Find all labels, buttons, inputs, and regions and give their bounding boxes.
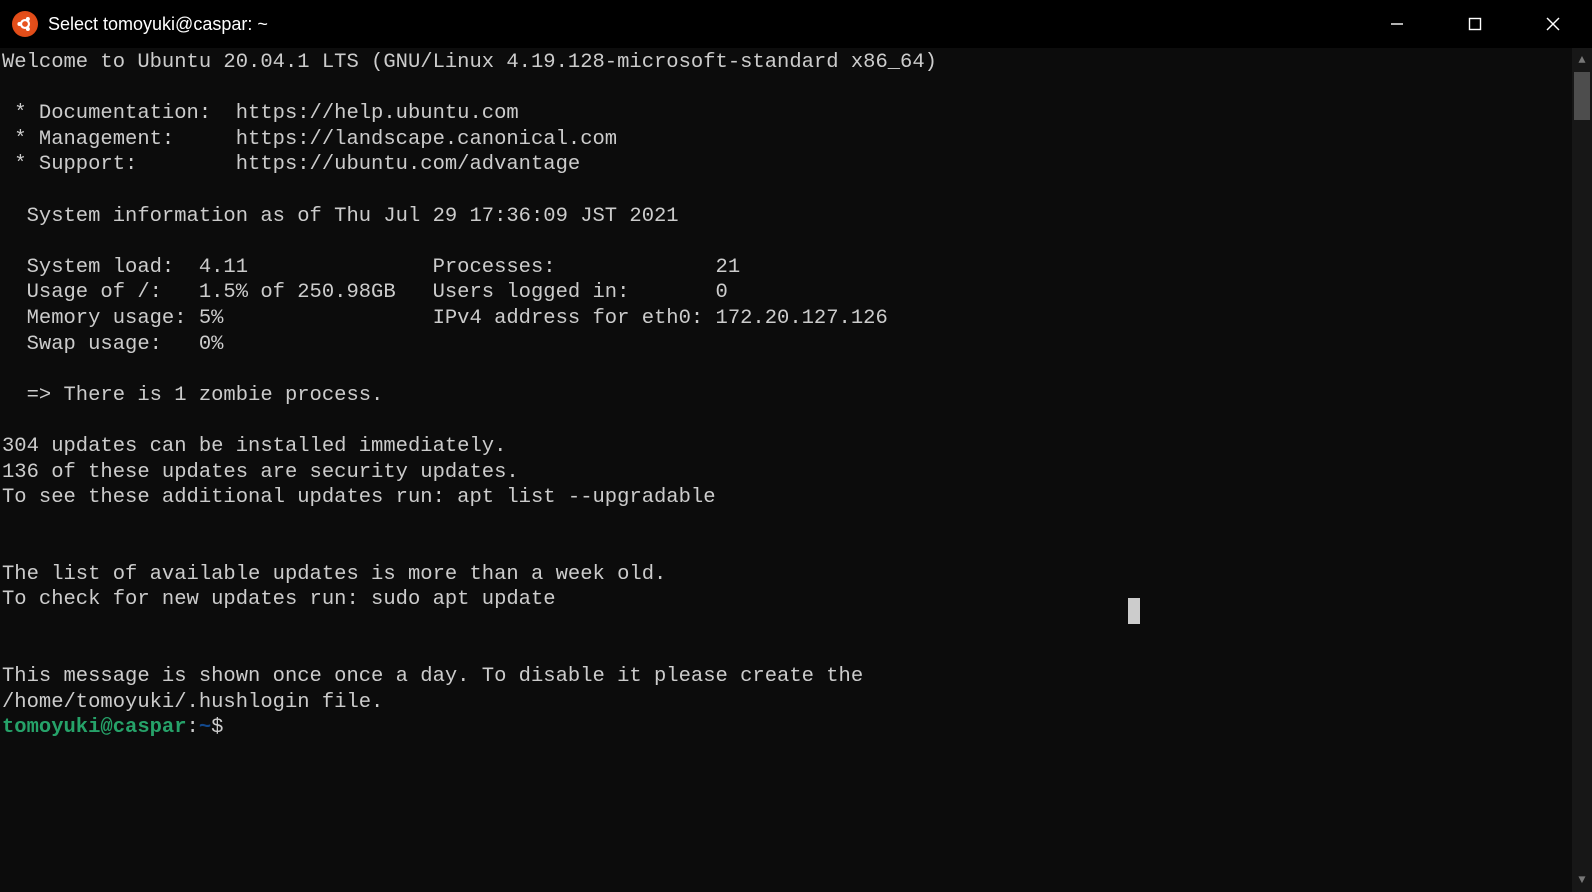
terminal-output[interactable]: Welcome to Ubuntu 20.04.1 LTS (GNU/Linux… xyxy=(0,48,1592,892)
window-controls xyxy=(1358,0,1592,48)
motd-support-link: * Support: https://ubuntu.com/advantage xyxy=(2,153,580,176)
scrollbar[interactable]: ▲ ▼ xyxy=(1572,48,1592,892)
updates-line: 304 updates can be installed immediately… xyxy=(2,435,506,458)
scroll-up-icon[interactable]: ▲ xyxy=(1572,48,1592,72)
motd-mgmt-link: * Management: https://landscape.canonica… xyxy=(2,128,617,151)
stale-line: The list of available updates is more th… xyxy=(2,563,666,586)
sysinfo-line: Usage of /: 1.5% of 250.98GB Users logge… xyxy=(2,281,728,304)
updates-line: To see these additional updates run: apt… xyxy=(2,486,716,509)
sysinfo-line: Swap usage: 0% xyxy=(2,333,223,356)
prompt-userhost: tomoyuki@caspar xyxy=(2,716,187,739)
motd-doc-link: * Documentation: https://help.ubuntu.com xyxy=(2,102,519,125)
sysinfo-header: System information as of Thu Jul 29 17:3… xyxy=(2,205,679,228)
zombie-notice: => There is 1 zombie process. xyxy=(2,384,383,407)
ubuntu-icon xyxy=(12,11,38,37)
stale-line: To check for new updates run: sudo apt u… xyxy=(2,588,556,611)
prompt-colon: : xyxy=(187,716,199,739)
prompt-path: ~ xyxy=(199,716,211,739)
maximize-button[interactable] xyxy=(1436,0,1514,48)
close-button[interactable] xyxy=(1514,0,1592,48)
updates-line: 136 of these updates are security update… xyxy=(2,461,519,484)
motd-welcome: Welcome to Ubuntu 20.04.1 LTS (GNU/Linux… xyxy=(2,51,937,74)
window-title: Select tomoyuki@caspar: ~ xyxy=(48,14,268,35)
hushlogin-line: This message is shown once once a day. T… xyxy=(2,665,863,688)
titlebar: Select tomoyuki@caspar: ~ xyxy=(0,0,1592,48)
scroll-thumb[interactable] xyxy=(1574,72,1590,120)
prompt-dollar: $ xyxy=(211,716,223,739)
selection-cursor xyxy=(1128,598,1140,624)
scroll-down-icon[interactable]: ▼ xyxy=(1572,868,1592,892)
hushlogin-line: /home/tomoyuki/.hushlogin file. xyxy=(2,691,383,714)
sysinfo-line: Memory usage: 5% IPv4 address for eth0: … xyxy=(2,307,888,330)
sysinfo-line: System load: 4.11 Processes: 21 xyxy=(2,256,740,279)
minimize-button[interactable] xyxy=(1358,0,1436,48)
